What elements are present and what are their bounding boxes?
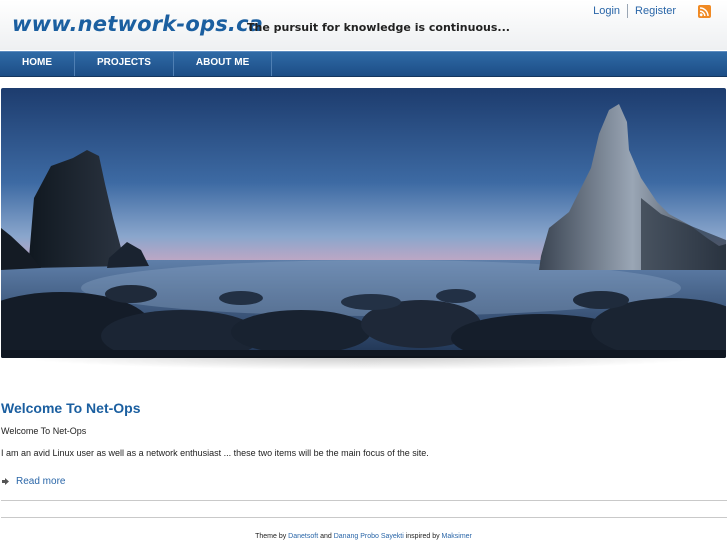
nav-home[interactable]: HOME [0,52,75,76]
footer-link-danetsoft[interactable]: Danetsoft [288,533,318,540]
footer-inspired: inspired by [405,533,440,540]
site-title[interactable]: www.network-ops.ca [12,12,263,36]
article-subtitle: Welcome To Net-Ops [1,426,87,436]
rss-feed-icon[interactable] [698,5,711,18]
login-link[interactable]: Login [586,5,627,17]
nav-about-me[interactable]: ABOUT ME [174,52,273,76]
article-intro: I am an avid Linux user as well as a net… [1,448,429,458]
main-nav: HOME PROJECTS ABOUT ME [0,51,727,77]
read-more-link[interactable]: Read more [16,476,65,487]
register-link[interactable]: Register [628,5,683,17]
read-more: Read more [1,476,65,487]
arrow-right-icon [2,478,9,485]
footer-and: and [320,533,332,540]
content-divider [1,500,727,501]
site-header: www.network-ops.ca The pursuit for knowl… [0,0,727,50]
footer-link-maksimer[interactable]: Maksimer [442,533,472,540]
account-links: Login Register [586,4,683,18]
hero-shadow [10,356,717,370]
site-tagline: The pursuit for knowledge is continuous.… [247,21,510,34]
page-title[interactable]: Welcome To Net-Ops [1,400,141,416]
footer-divider [1,517,727,518]
hero-image [1,88,726,358]
footer-link-danang[interactable]: Danang Probo Sayekti [334,533,404,540]
footer-prefix: Theme by [255,533,287,540]
site-footer: Theme by Danetsoft and Danang Probo Saye… [0,533,727,540]
nav-projects[interactable]: PROJECTS [75,52,174,76]
